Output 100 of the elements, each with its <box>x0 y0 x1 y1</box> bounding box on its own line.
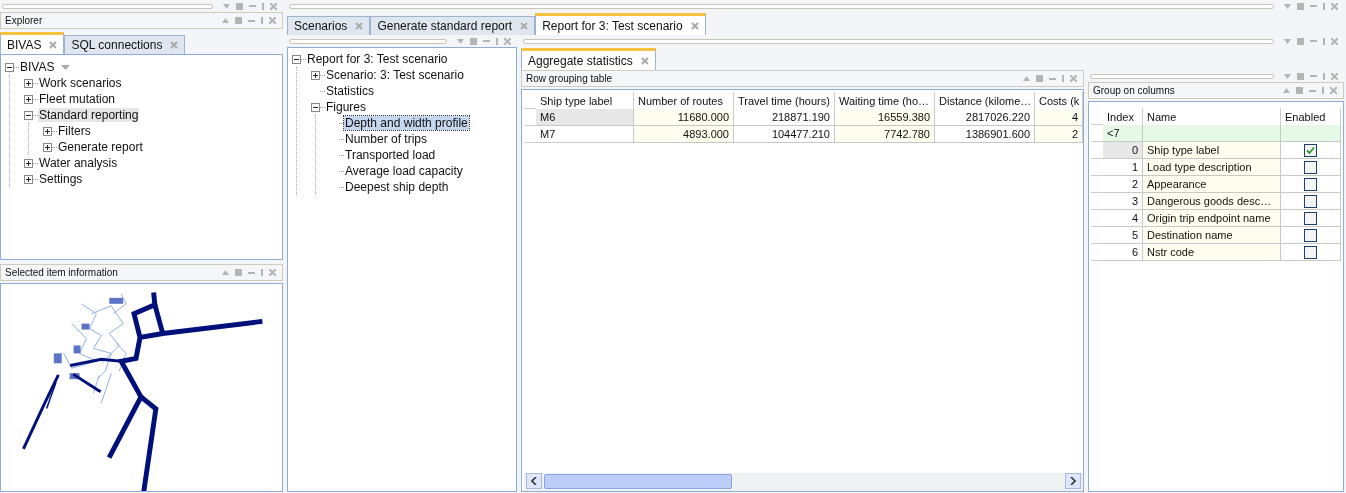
close-icon[interactable] <box>269 269 276 276</box>
close-icon[interactable] <box>1331 72 1338 80</box>
tree-item[interactable]: Settings <box>38 172 84 186</box>
table-cell: 16559.380 <box>835 109 935 126</box>
expand-icon[interactable] <box>43 142 52 152</box>
checkbox[interactable] <box>1304 245 1317 259</box>
pin-up-icon[interactable] <box>222 18 229 23</box>
panel-drag-bar[interactable] <box>289 38 447 44</box>
expand-icon[interactable] <box>24 78 33 88</box>
close-icon[interactable] <box>49 40 58 49</box>
collapse-icon[interactable] <box>311 102 320 112</box>
panel-title: Row grouping table <box>526 73 613 84</box>
scroll-left-button[interactable] <box>526 473 542 489</box>
tree-item[interactable]: BIVAS <box>19 60 56 74</box>
collapse-icon[interactable] <box>24 110 33 120</box>
tree-item[interactable]: Depth and width profile <box>344 116 469 130</box>
checkbox[interactable] <box>1304 211 1317 225</box>
pin-down-icon[interactable] <box>457 38 464 44</box>
filter-cell[interactable]: <7 <box>1103 125 1143 142</box>
pin-up-icon[interactable] <box>1283 88 1290 93</box>
pin-down-icon[interactable] <box>1284 38 1291 44</box>
maximize-icon[interactable] <box>1036 75 1043 82</box>
checkbox[interactable] <box>1304 228 1317 242</box>
tree-item[interactable]: Fleet mutation <box>38 92 117 106</box>
close-icon[interactable] <box>1070 75 1077 82</box>
close-icon[interactable] <box>640 56 649 65</box>
minimize-icon[interactable] <box>483 40 490 42</box>
tree-item[interactable]: Statistics <box>325 84 375 98</box>
pin-up-icon[interactable] <box>222 270 229 275</box>
close-icon[interactable] <box>1331 37 1338 45</box>
table-cell: Appearance <box>1143 176 1281 193</box>
minimize-icon[interactable] <box>249 5 256 7</box>
tree-item[interactable]: Generate report <box>57 140 144 154</box>
tab[interactable]: BIVAS <box>0 32 65 54</box>
close-icon[interactable] <box>170 41 179 49</box>
tree-item[interactable]: Water analysis <box>38 156 119 170</box>
minimize-icon[interactable] <box>248 271 255 274</box>
pin-down-icon[interactable] <box>1284 73 1291 79</box>
panel-drag-bar[interactable] <box>2 3 213 9</box>
table-cell: 104477.210 <box>734 126 835 143</box>
pin-up-icon[interactable] <box>1023 76 1030 81</box>
panel-drag-bar[interactable] <box>289 3 1274 9</box>
tree-item[interactable]: Figures <box>325 100 367 114</box>
tab[interactable]: SQL connections <box>64 35 186 54</box>
expand-icon[interactable] <box>43 126 52 136</box>
tab[interactable]: Aggregate statistics <box>521 48 656 70</box>
tree-item[interactable]: Number of trips <box>344 132 429 146</box>
tree-item[interactable]: Scenario: 3: Test scenario <box>325 68 465 82</box>
filter-cell[interactable] <box>1281 125 1341 142</box>
tree-item[interactable]: Transported load <box>344 148 437 162</box>
collapse-icon[interactable] <box>5 62 14 72</box>
close-icon[interactable] <box>355 22 364 30</box>
panel-drag-bar[interactable] <box>523 38 1274 44</box>
panel-drag-bar[interactable] <box>1090 73 1274 79</box>
scrollbar-thumb[interactable] <box>544 474 732 489</box>
dropdown-caret-icon[interactable] <box>61 64 71 70</box>
table-cell: Ship type label <box>1143 142 1281 159</box>
close-icon[interactable] <box>1331 2 1338 10</box>
tree-item[interactable]: Standard reporting <box>38 108 140 122</box>
pin-down-icon[interactable] <box>223 3 230 9</box>
checkbox[interactable] <box>1304 177 1317 191</box>
tree-item[interactable]: Work scenarios <box>38 76 123 90</box>
minimize-icon[interactable] <box>1049 77 1056 80</box>
expand-icon[interactable] <box>311 70 320 80</box>
tab[interactable]: Report for 3: Test scenario <box>535 13 706 35</box>
tree-item[interactable]: Filters <box>57 124 92 138</box>
checkbox[interactable] <box>1304 143 1317 157</box>
close-icon[interactable] <box>1330 87 1337 94</box>
checkbox[interactable] <box>1304 160 1317 174</box>
maximize-icon[interactable] <box>1297 2 1304 10</box>
minimize-icon[interactable] <box>1310 75 1317 77</box>
expand-icon[interactable] <box>24 94 33 104</box>
close-icon[interactable] <box>504 37 511 45</box>
expand-icon[interactable] <box>24 174 33 184</box>
maximize-icon[interactable] <box>1297 37 1304 45</box>
maximize-icon[interactable] <box>235 269 242 276</box>
maximize-icon[interactable] <box>470 37 477 45</box>
minimize-icon[interactable] <box>1310 40 1317 42</box>
close-icon[interactable] <box>270 2 277 10</box>
filter-cell[interactable] <box>1143 125 1281 142</box>
checkbox[interactable] <box>1304 194 1317 208</box>
tree-item[interactable]: Deepest ship depth <box>344 180 450 194</box>
tab[interactable]: Scenarios <box>287 16 371 35</box>
tree-item[interactable]: Average load capacity <box>344 164 464 178</box>
expand-icon[interactable] <box>24 158 33 168</box>
minimize-icon[interactable] <box>1310 5 1317 7</box>
scroll-right-button[interactable] <box>1065 473 1081 489</box>
table-cell: M6 <box>536 109 634 126</box>
tree-item[interactable]: Report for 3: Test scenario <box>306 52 449 66</box>
pin-down-icon[interactable] <box>1284 3 1291 9</box>
panel-title: Group on columns <box>1093 85 1175 96</box>
minimize-icon[interactable] <box>248 19 255 22</box>
table-cell: 1386901.600 <box>935 126 1035 143</box>
tab[interactable]: Generate standard report <box>370 16 536 35</box>
minimize-icon[interactable] <box>1309 89 1316 92</box>
table-cell: M7 <box>536 126 634 143</box>
close-icon[interactable] <box>520 22 529 30</box>
collapse-icon[interactable] <box>292 54 301 64</box>
close-icon[interactable] <box>690 21 699 30</box>
close-icon[interactable] <box>269 17 276 24</box>
